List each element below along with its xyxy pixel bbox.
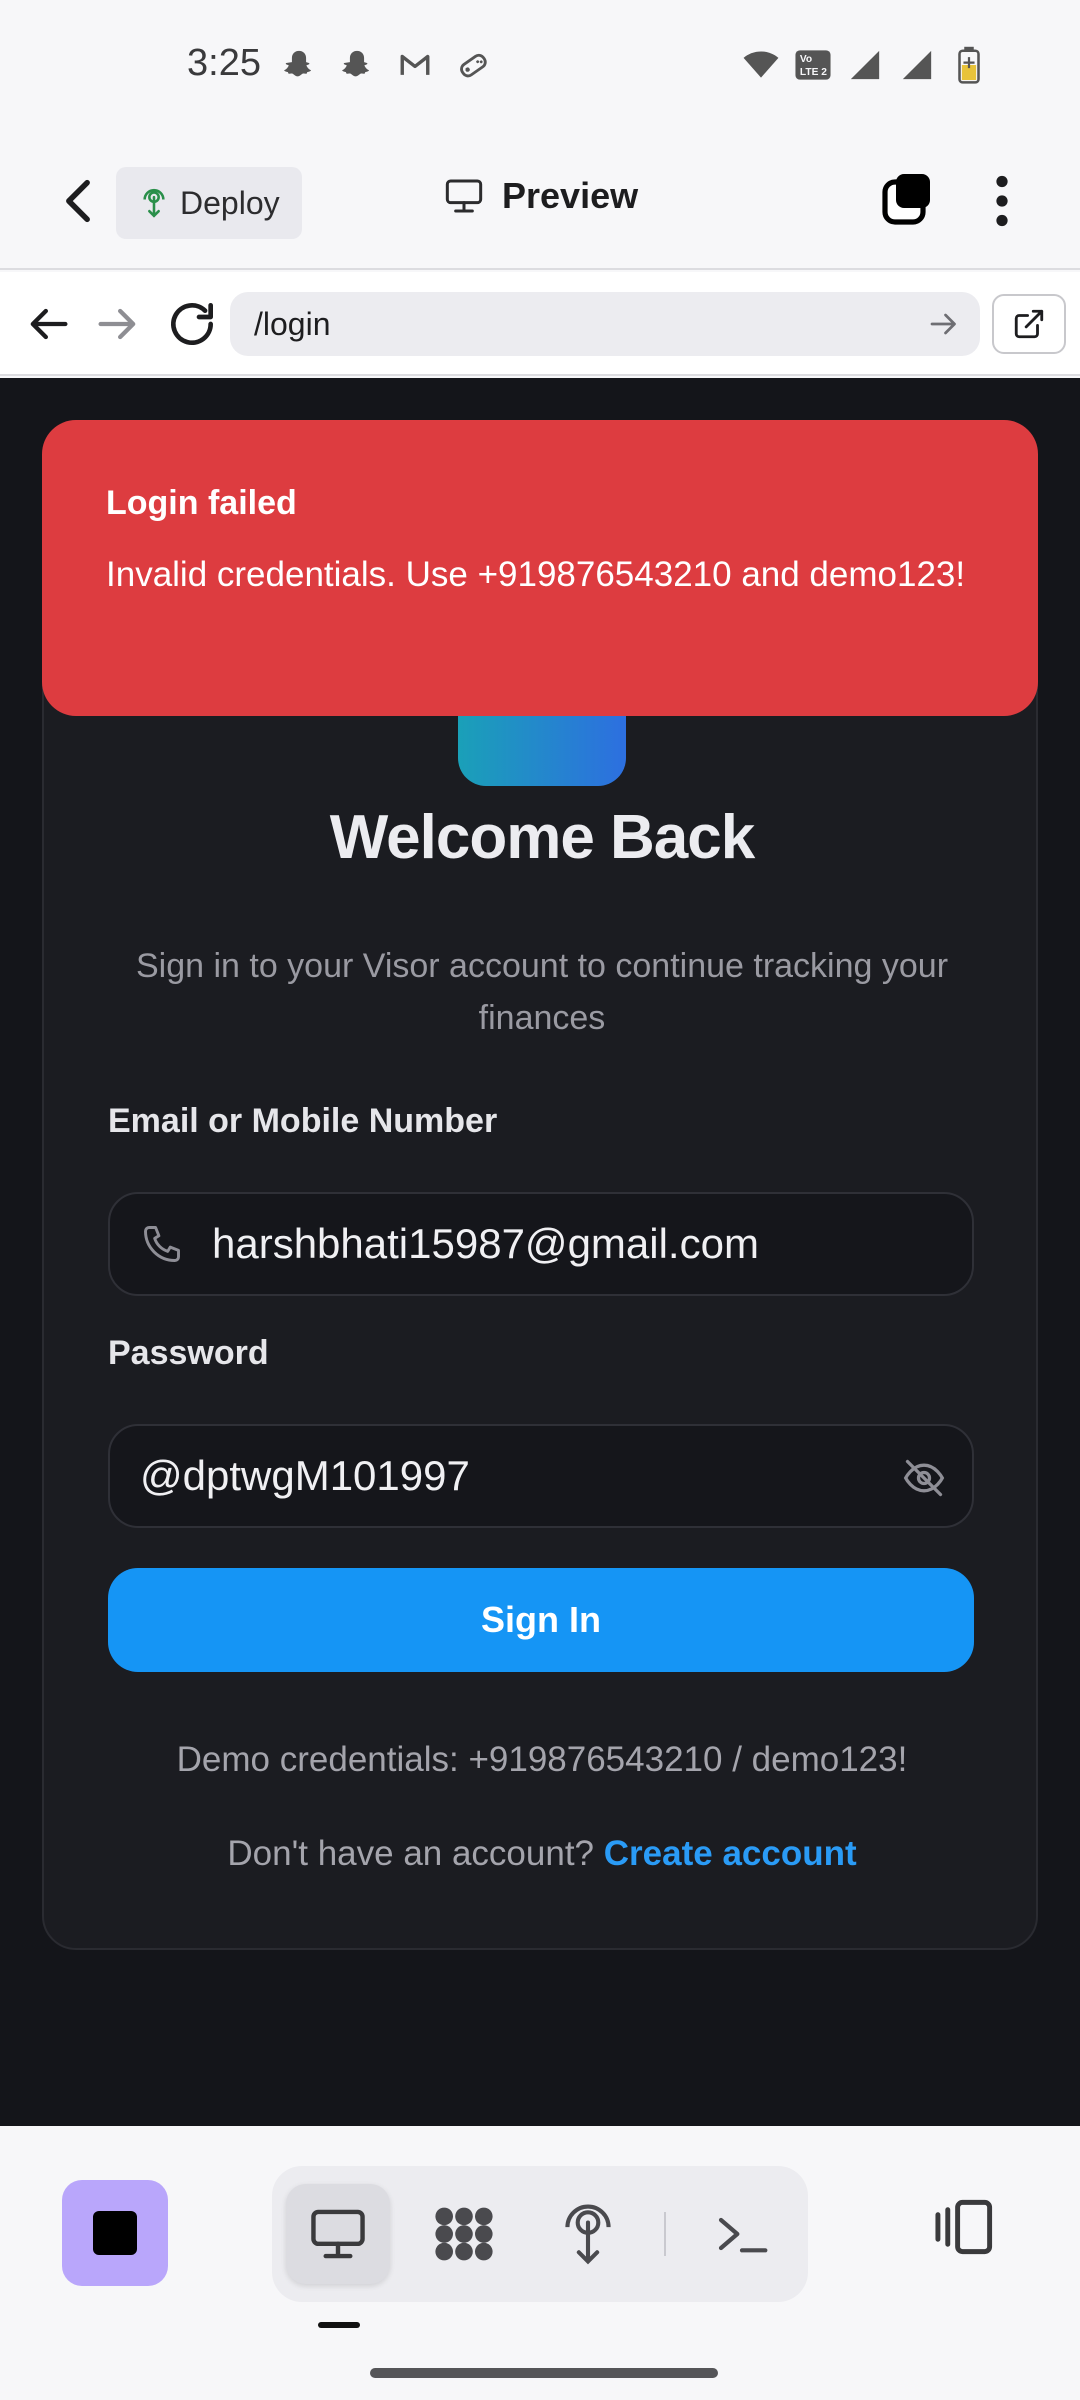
preview-label: Preview [502,175,639,216]
back-button[interactable] [50,173,106,229]
app-header: Deploy Preview [0,135,1080,270]
panel-toggle-button[interactable] [928,2190,1002,2264]
go-arrow-icon[interactable] [926,306,962,342]
chevron-left-icon [66,179,90,223]
snapchat-icon [338,46,376,84]
deploy-label: Deploy [180,184,280,221]
page-title: Welcome Back [329,803,756,872]
tabs-icon [882,174,930,225]
monitor-icon [445,179,483,213]
password-field[interactable]: @dptwgM101997 [108,1424,974,1528]
stop-icon [93,2211,137,2255]
tabs-button[interactable] [880,171,936,227]
password-value: @dptwgM101997 [140,1452,470,1499]
signal-icon [846,46,884,84]
no-account-text: Don't have an account? [227,1834,595,1873]
notification-icons [280,46,492,84]
sign-in-button[interactable]: Sign In [108,1568,974,1672]
snapchat-icon [280,46,318,84]
active-tab-indicator [318,2322,360,2328]
signal-icon [898,46,936,84]
password-label: Password [108,1334,269,1372]
more-options-button[interactable] [974,171,1030,231]
apps-icon [435,2207,493,2261]
page-subtitle: Sign in to your Visor account to continu… [135,947,949,1037]
apps-tool-button[interactable] [412,2184,516,2284]
deploy-icon [143,188,165,218]
deploy-button[interactable]: Deploy [116,167,302,239]
toast-title: Login failed [106,484,297,522]
email-field[interactable]: harshbhati15987@gmail.com [108,1192,974,1296]
reload-icon [171,303,214,345]
preview-title: Preview [444,175,638,217]
svg-text:LTE 2: LTE 2 [800,67,827,78]
battery-charging-icon [950,46,988,84]
gmail-icon [396,46,434,84]
system-icons: Vo LTE 2 [742,46,988,84]
terminal-icon [718,2217,768,2253]
tool-switcher [272,2166,808,2302]
create-account-link[interactable]: Create account [604,1834,857,1873]
browser-back-button[interactable] [22,298,74,350]
wifi-icon [742,46,780,84]
toolbar-divider [664,2212,666,2256]
signup-prompt: Don't have an account? Create account [44,1834,1040,1874]
preview-tool-button[interactable] [286,2184,390,2284]
volte-icon: Vo LTE 2 [794,46,832,84]
error-toast[interactable]: Login failed Invalid credentials. Use +9… [42,420,1038,716]
demo-credentials: Demo credentials: +919876543210 / demo12… [176,1740,908,1779]
email-value: harshbhati15987@gmail.com [212,1220,759,1267]
arrow-left-icon [30,308,68,340]
phone-icon [144,1226,180,1262]
deploy-tool-button[interactable] [536,2184,640,2284]
status-time: 3:25 [187,42,261,84]
open-external-button[interactable] [992,294,1066,354]
toast-message: Invalid credentials. Use +919876543210 a… [106,555,966,594]
browser-toolbar: /login [0,272,1080,376]
eye-off-icon[interactable] [902,1456,946,1500]
reload-button[interactable] [164,296,220,352]
more-vertical-icon [996,175,1008,227]
terminal-tool-button[interactable] [690,2184,794,2284]
web-preview: Welcome Back Sign in to your Visor accou… [0,378,1080,2126]
browser-forward-button[interactable] [92,298,144,350]
arrow-right-icon [98,308,136,340]
bottom-toolbar [0,2126,1080,2400]
game-controller-icon [454,46,492,84]
status-bar: 3:25 Vo LTE 2 [0,0,1080,135]
panel-layout-icon [935,2199,993,2255]
home-indicator [370,2368,718,2378]
email-label: Email or Mobile Number [108,1102,498,1140]
svg-text:Vo: Vo [800,54,812,65]
url-field[interactable]: /login [230,292,980,356]
external-link-icon [1014,309,1044,339]
deploy-icon [565,2204,611,2265]
stop-button[interactable] [62,2180,168,2286]
preview-icon [311,2209,365,2259]
url-text: /login [254,305,331,342]
